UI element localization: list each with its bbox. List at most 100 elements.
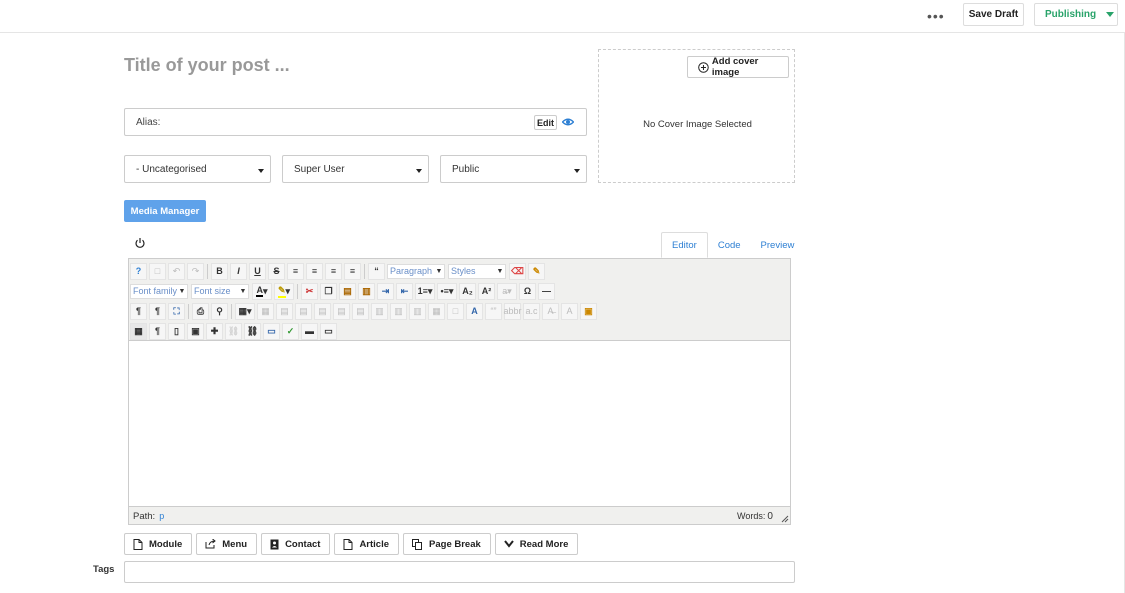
spellcheck-toggle-icon[interactable]: ✓ (282, 322, 299, 340)
col-before-icon[interactable]: ▥ (371, 302, 388, 320)
media-manager-button[interactable]: Media Manager (124, 200, 206, 222)
numbered-list-icon[interactable]: 1≡▾ (415, 282, 435, 300)
menu-button[interactable]: Menu (196, 533, 258, 555)
post-title-input[interactable] (124, 52, 574, 78)
page-break-label: Page Break (429, 538, 481, 550)
underline-icon[interactable]: U (249, 262, 266, 280)
help-icon[interactable]: ? (130, 262, 147, 280)
paste-icon[interactable]: ▤ (339, 282, 356, 300)
link-icon[interactable]: ⛓ (244, 322, 261, 340)
highlight-color-icon[interactable]: ✎ ▾ (274, 282, 294, 300)
rtl-icon[interactable]: ¶ (149, 302, 166, 320)
contact-button[interactable]: Contact (261, 533, 331, 555)
template-icon[interactable]: ▯ (168, 322, 185, 340)
editor-content-area[interactable] (129, 340, 790, 507)
resize-handle-icon[interactable] (781, 515, 789, 523)
cut-icon[interactable]: ✂ (301, 282, 318, 300)
strikethrough-icon[interactable]: S (268, 262, 285, 280)
table-icon[interactable]: ▦▾ (235, 302, 255, 320)
cite-icon[interactable]: “” (485, 302, 502, 320)
insert-image-icon[interactable]: ▣ (187, 322, 204, 340)
caret-down-icon (1106, 12, 1115, 17)
copy-icon[interactable]: ❐ (320, 282, 337, 300)
split-cells-icon[interactable]: ▦ (428, 302, 445, 320)
editor-tabs: Editor Code Preview (661, 232, 804, 258)
module-button[interactable]: Module (124, 533, 193, 555)
path-element-link[interactable]: p (159, 511, 164, 521)
text-color-icon[interactable]: A ▾ (252, 282, 272, 300)
fullscreen-icon[interactable]: ⛶ (168, 302, 185, 320)
spellcheck-icon[interactable]: a̶▾ (497, 282, 517, 300)
pagebreak-icon[interactable]: ▬ (301, 322, 318, 340)
align-center-icon[interactable]: ≡ (306, 262, 323, 280)
tags-input[interactable] (124, 561, 795, 583)
media-icon[interactable]: ▭ (263, 322, 280, 340)
attributes-icon[interactable]: ▣ (580, 302, 597, 320)
italic-icon[interactable]: I (230, 262, 247, 280)
outdent-icon[interactable]: ⇤ (396, 282, 413, 300)
merge-cells-icon[interactable]: □ (447, 302, 464, 320)
align-right-icon[interactable]: ≡ (344, 262, 361, 280)
bold-icon[interactable]: B (211, 262, 228, 280)
tab-preview[interactable]: Preview (751, 232, 805, 258)
styles-select[interactable]: Styles ▼ (448, 263, 506, 279)
ins-icon[interactable]: A (561, 302, 578, 320)
subscript-icon[interactable]: A₂ (459, 282, 476, 300)
read-more-button[interactable]: Read More (494, 533, 579, 555)
publishing-dropdown-button[interactable]: Publishing (1034, 3, 1118, 26)
eraser-icon[interactable]: ⌫ (509, 262, 526, 280)
author-select[interactable]: Super User (282, 155, 429, 183)
tab-code[interactable]: Code (708, 232, 751, 258)
access-select[interactable]: Public (440, 155, 587, 183)
row-props-icon[interactable]: ▤ (333, 302, 350, 320)
row-after-icon[interactable]: ▤ (295, 302, 312, 320)
style-props-icon[interactable]: A (466, 302, 483, 320)
del-icon[interactable]: A̶ (542, 302, 559, 320)
print-icon[interactable]: ⎙ (192, 302, 209, 320)
paste-text-icon[interactable]: ▥ (358, 282, 375, 300)
tab-editor[interactable]: Editor (661, 232, 708, 258)
ltr-icon[interactable]: ¶ (130, 302, 147, 320)
new-document-icon[interactable]: □ (149, 262, 166, 280)
toolbar-separator (207, 263, 208, 279)
more-options-button[interactable]: ••• (927, 8, 945, 24)
superscript-icon[interactable]: A² (478, 282, 495, 300)
align-left-icon[interactable]: ≡ (325, 262, 342, 280)
search-replace-icon[interactable]: ⚲ (211, 302, 228, 320)
col-after-icon[interactable]: ▥ (390, 302, 407, 320)
toolbar-row-2: Font family ▼ Font size ▼ A ▾ ✎ ▾ ✂ ❐ ▤ ▥ … (130, 282, 557, 300)
alias-edit-button[interactable]: Edit (534, 115, 557, 130)
alias-field[interactable]: Alias: Edit (124, 108, 587, 136)
horizontal-rule-icon[interactable]: — (538, 282, 555, 300)
category-select[interactable]: - Uncategorised (124, 155, 271, 183)
delete-col-icon[interactable]: ▥ (409, 302, 426, 320)
blockquote-icon[interactable]: “ (368, 262, 385, 280)
undo-icon[interactable]: ↶ (168, 262, 185, 280)
acronym-icon[interactable]: a.c (523, 302, 540, 320)
delete-table-icon[interactable]: ▦ (257, 302, 274, 320)
font-size-select[interactable]: Font size ▼ (191, 283, 249, 299)
align-justify-icon[interactable]: ≡ (287, 262, 304, 280)
cell-props-icon[interactable]: ▤ (352, 302, 369, 320)
redo-icon[interactable]: ↷ (187, 262, 204, 280)
clean-up-icon[interactable]: ✎ (528, 262, 545, 280)
unlink-icon[interactable]: ⛓ (225, 322, 242, 340)
readmore-icon[interactable]: ▭ (320, 322, 337, 340)
special-character-icon[interactable]: Ω (519, 282, 536, 300)
page-break-button[interactable]: Page Break (403, 533, 491, 555)
row-before-icon[interactable]: ▤ (276, 302, 293, 320)
save-draft-button[interactable]: Save Draft (963, 3, 1024, 26)
format-select[interactable]: Paragraph ▼ (387, 263, 445, 279)
indent-icon[interactable]: ⇥ (377, 282, 394, 300)
power-toggle-icon[interactable] (134, 237, 146, 249)
visual-aid-icon[interactable]: ▦ (130, 322, 147, 340)
font-family-select[interactable]: Font family ▼ (130, 283, 188, 299)
show-blocks-icon[interactable]: ¶ (149, 322, 166, 340)
bullet-list-icon[interactable]: •≡▾ (437, 282, 457, 300)
delete-row-icon[interactable]: ▤ (314, 302, 331, 320)
article-button[interactable]: Article (334, 533, 400, 555)
insert-layer-icon[interactable]: ✚ (206, 322, 223, 340)
eye-icon[interactable] (562, 116, 574, 128)
add-cover-image-button[interactable]: Add cover image (687, 56, 789, 78)
abbr-icon[interactable]: abbr (504, 302, 522, 320)
